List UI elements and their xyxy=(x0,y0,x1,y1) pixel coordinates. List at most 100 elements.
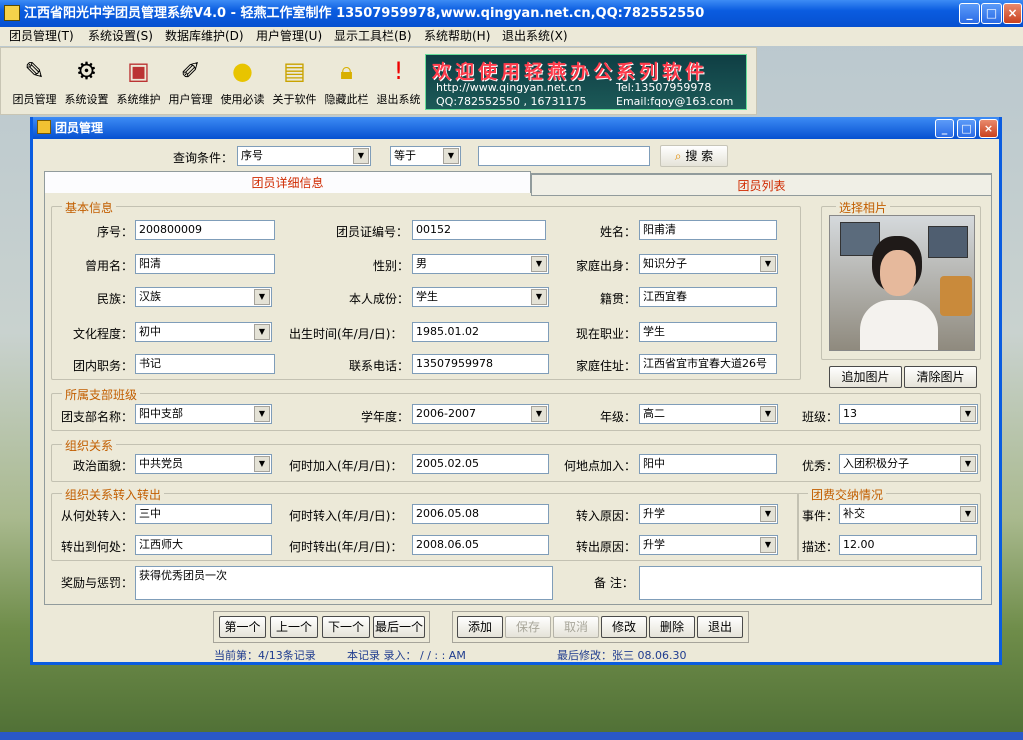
record-entered: 本记录 录入： / / : : AM xyxy=(347,649,466,662)
toolbar-settings-button[interactable]: ⚙ 系统设置 xyxy=(61,50,112,114)
query-label: 查询条件： xyxy=(173,151,234,165)
chevron-down-icon: ▼ xyxy=(960,456,976,472)
excellent-label: 优秀： xyxy=(802,459,839,473)
toolbar-hide-button[interactable]: 🔒︎ 隐藏此栏 xyxy=(321,50,372,114)
query-value-input[interactable] xyxy=(478,146,650,166)
remark-field[interactable] xyxy=(639,566,982,600)
toolbar-about-button[interactable]: ▤ 关于软件 xyxy=(269,50,320,114)
to-field[interactable]: 江西师大 xyxy=(135,535,272,555)
menu-toolbar[interactable]: 显示工具栏(B) xyxy=(334,27,412,46)
out-time-field[interactable]: 2008.06.05 xyxy=(412,535,549,555)
birth-field[interactable]: 1985.01.02 xyxy=(412,322,549,342)
chevron-down-icon: ▼ xyxy=(760,506,776,522)
remark-label: 备 注： xyxy=(594,576,634,590)
chevron-down-icon: ▼ xyxy=(353,148,369,164)
next-record-button[interactable]: 下一个 xyxy=(322,616,370,638)
excellent-select[interactable]: 入团积极分子 ▼ xyxy=(839,454,978,474)
search-button[interactable]: ⌕ 搜 索 xyxy=(660,145,728,167)
window-title: 江西省阳光中学团员管理系统V4.0 - 轻燕工作室制作 13507959978,… xyxy=(24,6,705,21)
sex-select[interactable]: 男 ▼ xyxy=(412,254,549,274)
alias-label: 曾用名： xyxy=(85,259,134,273)
addr-field[interactable]: 江西省宜市宜春大道26号 xyxy=(639,354,777,374)
menu-users[interactable]: 用户管理(U) xyxy=(256,27,322,46)
menu-help[interactable]: 系统帮助(H) xyxy=(424,27,490,46)
cancel-button[interactable]: 取消 xyxy=(553,616,599,638)
chevron-down-icon: ▼ xyxy=(760,256,776,272)
seq-label: 序号： xyxy=(97,225,134,239)
query-field-select[interactable]: 序号 ▼ xyxy=(237,146,371,166)
menu-settings[interactable]: 系统设置(S) xyxy=(88,27,153,46)
toolbar-exit-button[interactable]: ! 退出系统 xyxy=(373,50,424,114)
class-select[interactable]: 13 ▼ xyxy=(839,404,978,424)
addr-label: 家庭住址： xyxy=(576,359,637,373)
menu-bar: 团员管理(T) 系统设置(S) 数据库维护(D) 用户管理(U) 显示工具栏(B… xyxy=(0,27,1023,46)
toolbar-maintenance-button[interactable]: ▣ 系统维护 xyxy=(113,50,164,114)
in-time-field[interactable]: 2006.05.08 xyxy=(412,504,549,524)
query-operator-select[interactable]: 等于 ▼ xyxy=(390,146,461,166)
bulb-icon: ● xyxy=(232,57,253,85)
tab-list[interactable]: 团员列表 xyxy=(531,174,992,196)
exit-button[interactable]: 退出 xyxy=(697,616,743,638)
first-record-button[interactable]: 第一个 xyxy=(219,616,266,638)
toolbar-member-button[interactable]: ✎ 团员管理 xyxy=(9,50,60,114)
join-place-field[interactable]: 阳中 xyxy=(639,454,777,474)
edit-button[interactable]: 修改 xyxy=(601,616,647,638)
status-select[interactable]: 学生 ▼ xyxy=(412,287,549,307)
delete-button[interactable]: 删除 xyxy=(649,616,695,638)
post-label: 团内职务： xyxy=(73,359,134,373)
window-icon xyxy=(37,120,51,134)
desc-label: 描述： xyxy=(802,540,839,554)
shirt-shape xyxy=(860,300,938,350)
birth-label: 出生时间(年/月/日)： xyxy=(289,327,403,341)
tab-detail[interactable]: 团员详细信息 xyxy=(44,171,531,193)
branch-select[interactable]: 阳中支部 ▼ xyxy=(135,404,272,424)
save-button[interactable]: 保存 xyxy=(505,616,551,638)
event-select[interactable]: 补交 ▼ xyxy=(839,504,978,524)
child-title-bar: 团员管理 _ □ × xyxy=(33,117,999,139)
book-icon: ▤ xyxy=(283,57,306,85)
minimize-button[interactable]: _ xyxy=(959,3,980,24)
out-time-label: 何时转出(年/月/日)： xyxy=(289,540,403,554)
desc-field[interactable]: 12.00 xyxy=(839,535,977,555)
grade-select[interactable]: 高二 ▼ xyxy=(639,404,778,424)
toolbar-user-button[interactable]: ✐ 用户管理 xyxy=(165,50,216,114)
add-photo-button[interactable]: 追加图片 xyxy=(829,366,902,388)
child-close-button[interactable]: × xyxy=(979,119,998,138)
maximize-button[interactable]: □ xyxy=(981,3,1002,24)
in-reason-select[interactable]: 升学 ▼ xyxy=(639,504,778,524)
reward-field[interactable]: 获得优秀团员一次 xyxy=(135,566,553,600)
clear-photo-button[interactable]: 清除图片 xyxy=(904,366,977,388)
member-window: 团员管理 _ □ × 查询条件： 序号 ▼ 等于 ▼ ⌕ 搜 索 团员详细信息 团员… xyxy=(30,117,1002,665)
menu-exit[interactable]: 退出系统(X) xyxy=(502,27,568,46)
chevron-down-icon: ▼ xyxy=(531,256,547,272)
post-field[interactable]: 书记 xyxy=(135,354,275,374)
close-button[interactable]: × xyxy=(1003,3,1022,24)
menu-database[interactable]: 数据库维护(D) xyxy=(165,27,244,46)
card-field[interactable]: 00152 xyxy=(412,220,546,240)
politics-select[interactable]: 中共党员 ▼ xyxy=(135,454,272,474)
edu-select[interactable]: 初中 ▼ xyxy=(135,322,272,342)
join-time-field[interactable]: 2005.02.05 xyxy=(412,454,549,474)
menu-member[interactable]: 团员管理(T) xyxy=(9,27,74,46)
year-select[interactable]: 2006-2007 ▼ xyxy=(412,404,549,424)
app-icon xyxy=(4,5,20,21)
child-maximize-button[interactable]: □ xyxy=(957,119,976,138)
from-field[interactable]: 三中 xyxy=(135,504,272,524)
out-reason-select[interactable]: 升学 ▼ xyxy=(639,535,778,555)
name-field[interactable]: 阳甫清 xyxy=(639,220,777,240)
family-select[interactable]: 知识分子 ▼ xyxy=(639,254,778,274)
nation-select[interactable]: 汉族 ▼ xyxy=(135,287,272,307)
toolbar-readme-button[interactable]: ● 使用必读 xyxy=(217,50,268,114)
child-minimize-button[interactable]: _ xyxy=(935,119,954,138)
lock-icon: 🔒︎ xyxy=(340,57,353,85)
job-field[interactable]: 学生 xyxy=(639,322,777,342)
promo-banner: 欢迎使用轻燕办公系列软件 http://www.qingyan.net.cn T… xyxy=(425,54,747,110)
phone-field[interactable]: 13507959978 xyxy=(412,354,549,374)
member-photo xyxy=(829,215,975,351)
alias-field[interactable]: 阳清 xyxy=(135,254,275,274)
prev-record-button[interactable]: 上一个 xyxy=(270,616,318,638)
native-field[interactable]: 江西宜春 xyxy=(639,287,777,307)
seq-field[interactable]: 200800009 xyxy=(135,220,275,240)
add-button[interactable]: 添加 xyxy=(457,616,503,638)
last-record-button[interactable]: 最后一个 xyxy=(373,616,425,638)
